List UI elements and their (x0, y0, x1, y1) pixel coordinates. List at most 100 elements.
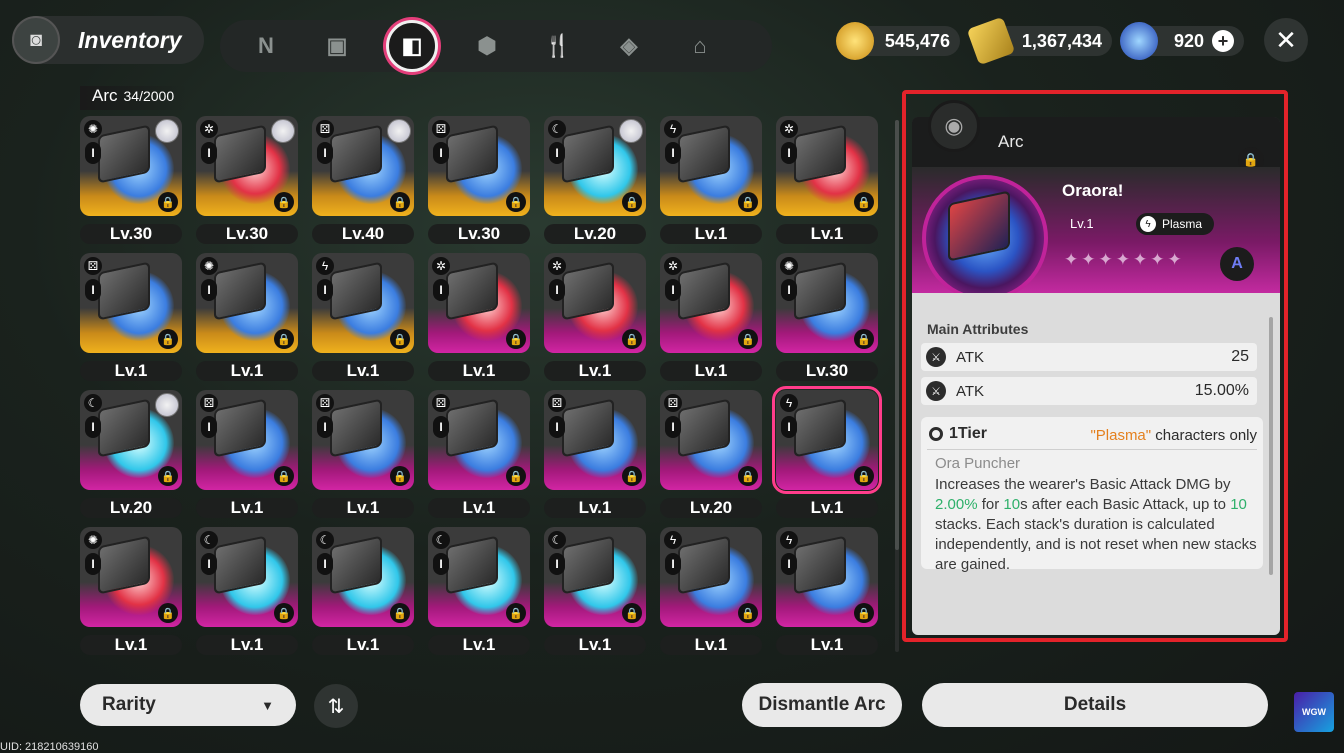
details-button[interactable]: Details (922, 683, 1268, 727)
bolt-element-icon: ϟ (664, 531, 682, 549)
brand-icon: A (1220, 247, 1254, 281)
moon-element-icon: ☾ (548, 531, 566, 549)
tier-box: 1Tier "Plasma" characters only Ora Punch… (921, 417, 1263, 573)
rarity-sort-dropdown[interactable]: Rarity ▼ (80, 684, 296, 726)
swirl-element-icon: ✺ (84, 120, 102, 138)
desc-value: 10 (1230, 496, 1247, 513)
close-button[interactable]: ✕ (1264, 18, 1308, 62)
arc-card[interactable]: ☾ I 🔒 (544, 116, 646, 216)
swirl-element-icon: ✺ (84, 531, 102, 549)
lock-icon: 🔒 (854, 466, 874, 486)
arc-level-label: Lv.1 (196, 498, 298, 518)
lock-icon: 🔒 (158, 466, 178, 486)
arc-level-label: Lv.1 (544, 498, 646, 518)
arc-card[interactable]: ⚄ I 🔒 (312, 116, 414, 216)
arc-name: Oraora! (1062, 181, 1124, 200)
main-attributes-heading: Main Attributes (927, 321, 1029, 337)
arc-card[interactable]: ✲ I 🔒 (660, 253, 762, 353)
arc-card[interactable]: ⚄ I 🔒 (80, 253, 182, 353)
attribute-value: 25 (1231, 348, 1249, 365)
chevron-down-icon: ▼ (261, 697, 274, 713)
channel-logo: WGW (1294, 692, 1334, 732)
tier-badge: I (549, 416, 565, 438)
arc-card[interactable]: ⚄ I 🔒 (428, 390, 530, 490)
tab-n-logo-icon[interactable]: N (244, 24, 288, 68)
page-title: Inventory (78, 26, 182, 53)
equipped-character-avatar (387, 119, 411, 143)
lock-icon: 🔒 (854, 329, 874, 349)
arc-card[interactable]: ⚄ I 🔒 (428, 116, 530, 216)
arc-card[interactable]: ϟ I 🔒 (312, 253, 414, 353)
condition-suffix: characters only (1151, 427, 1257, 444)
ticket-icon (966, 16, 1016, 66)
tab-arc-case-icon[interactable]: ◧ (386, 20, 438, 72)
arc-card[interactable]: ✺ I 🔒 (80, 116, 182, 216)
tab-device-icon[interactable]: ▣ (315, 24, 359, 68)
blue-gem-icon (1120, 22, 1158, 60)
desc-value: 10 (1003, 496, 1021, 513)
tab-fork-knife-icon[interactable]: 🍴 (536, 24, 580, 68)
tab-cube-icon[interactable]: ⬢ (465, 24, 509, 68)
tier-badge: I (433, 553, 449, 575)
currency-ticket-value: 1,367,434 (1021, 30, 1102, 51)
lock-icon: 🔒 (854, 603, 874, 623)
add-currency-button[interactable]: + (1212, 30, 1234, 52)
arc-card[interactable]: ⚄ I 🔒 (196, 390, 298, 490)
arc-card[interactable]: ✺ I 🔒 (776, 253, 878, 353)
arc-card[interactable]: ✲ I 🔒 (776, 116, 878, 216)
arc-card[interactable]: ϟ I 🔒 (776, 527, 878, 627)
arc-level-label: Lv.1 (196, 635, 298, 655)
arc-level-label: Lv.1 (544, 361, 646, 381)
arc-card[interactable]: ϟ I 🔒 (772, 386, 882, 494)
arc-card[interactable]: ☾ I 🔒 (544, 527, 646, 627)
tier-badge: I (317, 553, 333, 575)
arc-card[interactable]: ϟ I 🔒 (660, 116, 762, 216)
arc-card[interactable]: ☾ I 🔒 (312, 527, 414, 627)
dismantle-arc-button[interactable]: Dismantle Arc (742, 683, 902, 727)
bolt-element-icon: ϟ (780, 394, 798, 412)
tier-badge: I (433, 142, 449, 164)
tier-icon (929, 427, 943, 441)
tab-crystal-icon[interactable]: ◈ (607, 24, 651, 68)
arc-count: Arc 34/2000 (80, 86, 187, 110)
dice-element-icon: ⚄ (200, 394, 218, 412)
gear-element-icon: ✲ (432, 257, 450, 275)
arc-card[interactable]: ✺ I 🔒 (196, 253, 298, 353)
arc-card[interactable]: ⚄ I 🔒 (312, 390, 414, 490)
arc-card[interactable]: ✲ I 🔒 (196, 116, 298, 216)
lock-icon: 🔒 (506, 603, 526, 623)
sort-order-button[interactable]: ⇅ (314, 684, 358, 728)
tier-badge: I (85, 553, 101, 575)
arc-card[interactable]: ✲ I 🔒 (544, 253, 646, 353)
currency-gold-value: 545,476 (884, 30, 950, 51)
arc-card[interactable]: ⚄ I 🔒 (544, 390, 646, 490)
arc-card[interactable]: ☾ I 🔒 (80, 390, 182, 490)
panel-scrollbar[interactable] (1269, 317, 1273, 575)
moon-element-icon: ☾ (84, 394, 102, 412)
grid-scroll-thumb[interactable] (895, 120, 899, 550)
bolt-element-icon: ϟ (316, 257, 334, 275)
arc-level-label: Lv.40 (312, 224, 414, 244)
tier-badge: I (549, 279, 565, 301)
arc-card[interactable]: ✺ I 🔒 (80, 527, 182, 627)
lock-icon: 🔒 (738, 192, 758, 212)
arc-card[interactable]: ☾ I 🔒 (428, 527, 530, 627)
arc-card[interactable]: ✲ I 🔒 (428, 253, 530, 353)
equipped-character-avatar (155, 119, 179, 143)
arc-card[interactable]: ☾ I 🔒 (196, 527, 298, 627)
equipped-character-avatar (619, 119, 643, 143)
arc-card[interactable]: ⚄ I 🔒 (660, 390, 762, 490)
arc-level-label: Lv.1 (428, 361, 530, 381)
tier-badge: I (433, 416, 449, 438)
arc-card[interactable]: ϟ I 🔒 (660, 527, 762, 627)
arc-level-label: Lv.1 (776, 635, 878, 655)
desc-text: s after each Basic Attack, up to (1020, 496, 1231, 513)
tab-house-icon[interactable]: ⌂ (678, 24, 722, 68)
arc-level-label: Lv.1 (660, 635, 762, 655)
attribute-tag: ϟ Plasma (1136, 213, 1215, 235)
tier-badge: I (549, 142, 565, 164)
arc-level-label: Lv.1 (428, 498, 530, 518)
attribute-value: 15.00% (1194, 382, 1249, 399)
condition-highlight: "Plasma" (1090, 427, 1152, 444)
desc-value: 2.00% (935, 496, 978, 513)
